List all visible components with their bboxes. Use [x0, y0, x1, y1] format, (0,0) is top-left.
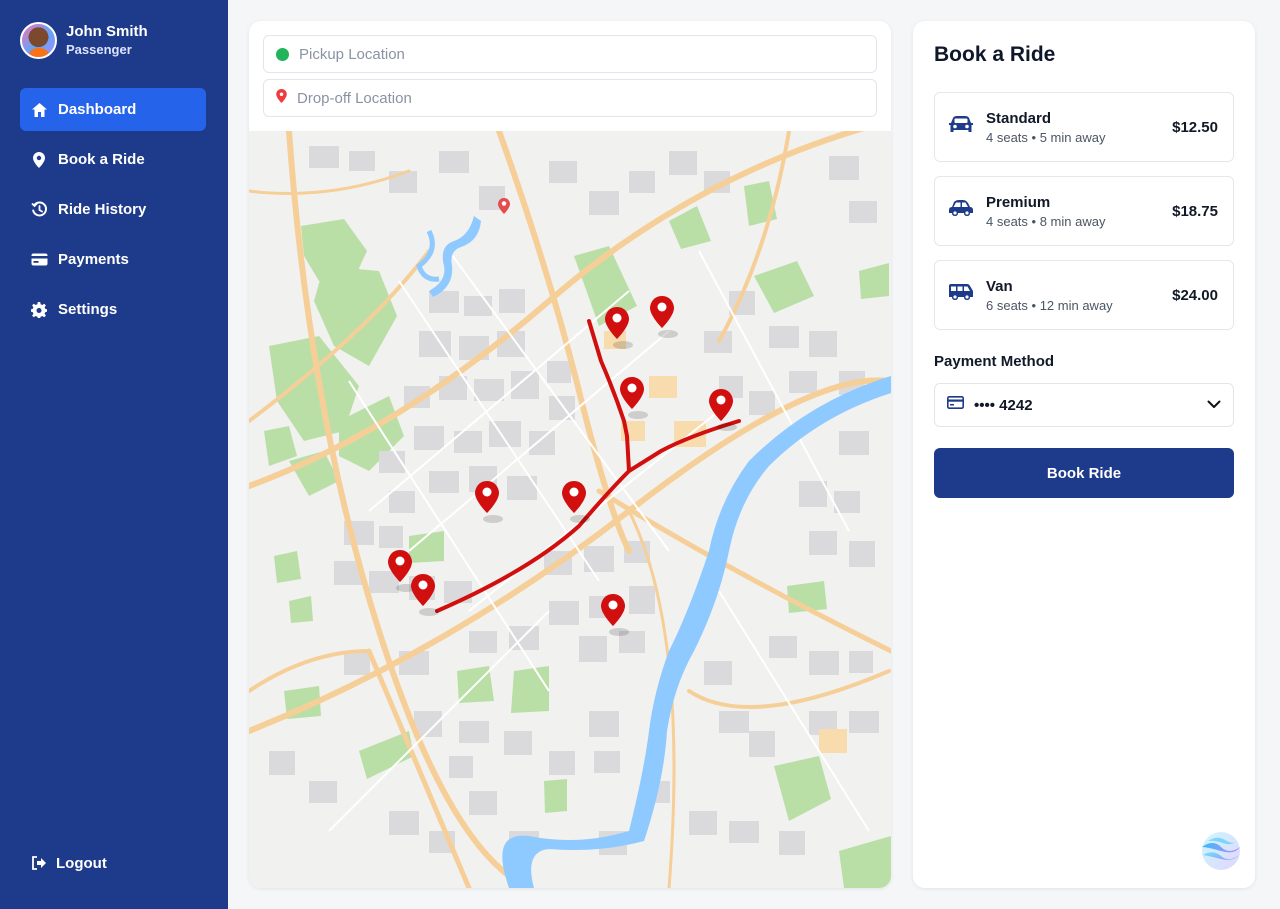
- pickup-input[interactable]: [299, 45, 859, 63]
- ride-option-van[interactable]: Van 6 seats • 12 min away $24.00: [934, 260, 1234, 330]
- credit-card-icon: [30, 251, 48, 269]
- sidebar-nav: Dashboard Book a Ride Ride History Payme…: [20, 88, 206, 338]
- pickup-dot-icon: [276, 47, 289, 61]
- user-role: Passenger: [66, 41, 132, 57]
- logout-button[interactable]: Logout: [30, 854, 107, 872]
- book-ride-button[interactable]: Book Ride: [934, 448, 1234, 498]
- history-icon: [30, 201, 48, 219]
- sidebar-item-settings[interactable]: Settings: [20, 288, 206, 331]
- ride-option-standard[interactable]: Standard 4 seats • 5 min away $12.50: [934, 92, 1234, 162]
- map-panel: [249, 21, 891, 888]
- credit-card-icon: [947, 396, 964, 414]
- user-name: John Smith: [66, 23, 148, 40]
- city-map[interactable]: [249, 131, 891, 888]
- logout-icon: [30, 854, 48, 872]
- ride-option-price: $12.50: [1172, 118, 1218, 136]
- payment-method-select[interactable]: •••• 4242: [934, 383, 1234, 427]
- sidebar: John Smith Passenger Dashboard Book a Ri…: [0, 0, 228, 909]
- sidebar-item-label: Ride History: [58, 201, 147, 218]
- map-pin-icon: [30, 151, 48, 169]
- premium-car-icon: [935, 199, 974, 224]
- payment-method-label: Payment Method: [934, 353, 1055, 370]
- car-icon: [935, 115, 974, 140]
- ride-option-name: Van: [986, 277, 1013, 295]
- van-icon: [935, 283, 974, 308]
- ride-option-price: $18.75: [1172, 202, 1218, 220]
- chevron-down-icon: [1207, 396, 1221, 414]
- dropoff-pin-icon: [276, 88, 287, 108]
- dropoff-input[interactable]: [297, 89, 857, 107]
- pickup-field[interactable]: [263, 35, 877, 73]
- payment-method-value: •••• 4242: [974, 396, 1033, 414]
- avatar: [20, 22, 57, 59]
- brand-logo-icon: [1199, 829, 1243, 873]
- ride-option-price: $24.00: [1172, 286, 1218, 304]
- sidebar-item-book-a-ride[interactable]: Book a Ride: [20, 138, 206, 181]
- sidebar-item-payments[interactable]: Payments: [20, 238, 206, 281]
- user-profile[interactable]: John Smith Passenger: [20, 22, 148, 59]
- sidebar-item-ride-history[interactable]: Ride History: [20, 188, 206, 231]
- map-canvas[interactable]: [249, 131, 891, 888]
- booking-title: Book a Ride: [934, 43, 1056, 66]
- gear-icon: [30, 301, 48, 319]
- ride-option-name: Premium: [986, 193, 1051, 211]
- home-icon: [30, 101, 48, 119]
- ride-option-meta: 6 seats • 12 min away: [986, 297, 1113, 313]
- booking-panel: Book a Ride Standard 4 seats • 5 min awa…: [913, 21, 1255, 888]
- ride-option-meta: 4 seats • 8 min away: [986, 213, 1106, 229]
- ride-option-meta: 4 seats • 5 min away: [986, 129, 1106, 145]
- sidebar-item-label: Dashboard: [58, 101, 137, 118]
- sidebar-item-label: Settings: [58, 301, 118, 318]
- dropoff-field[interactable]: [263, 79, 877, 117]
- logout-label: Logout: [56, 854, 107, 872]
- ride-option-premium[interactable]: Premium 4 seats • 8 min away $18.75: [934, 176, 1234, 246]
- sidebar-item-dashboard[interactable]: Dashboard: [20, 88, 206, 131]
- ride-option-name: Standard: [986, 109, 1052, 127]
- sidebar-item-label: Book a Ride: [58, 151, 145, 168]
- sidebar-item-label: Payments: [58, 251, 129, 268]
